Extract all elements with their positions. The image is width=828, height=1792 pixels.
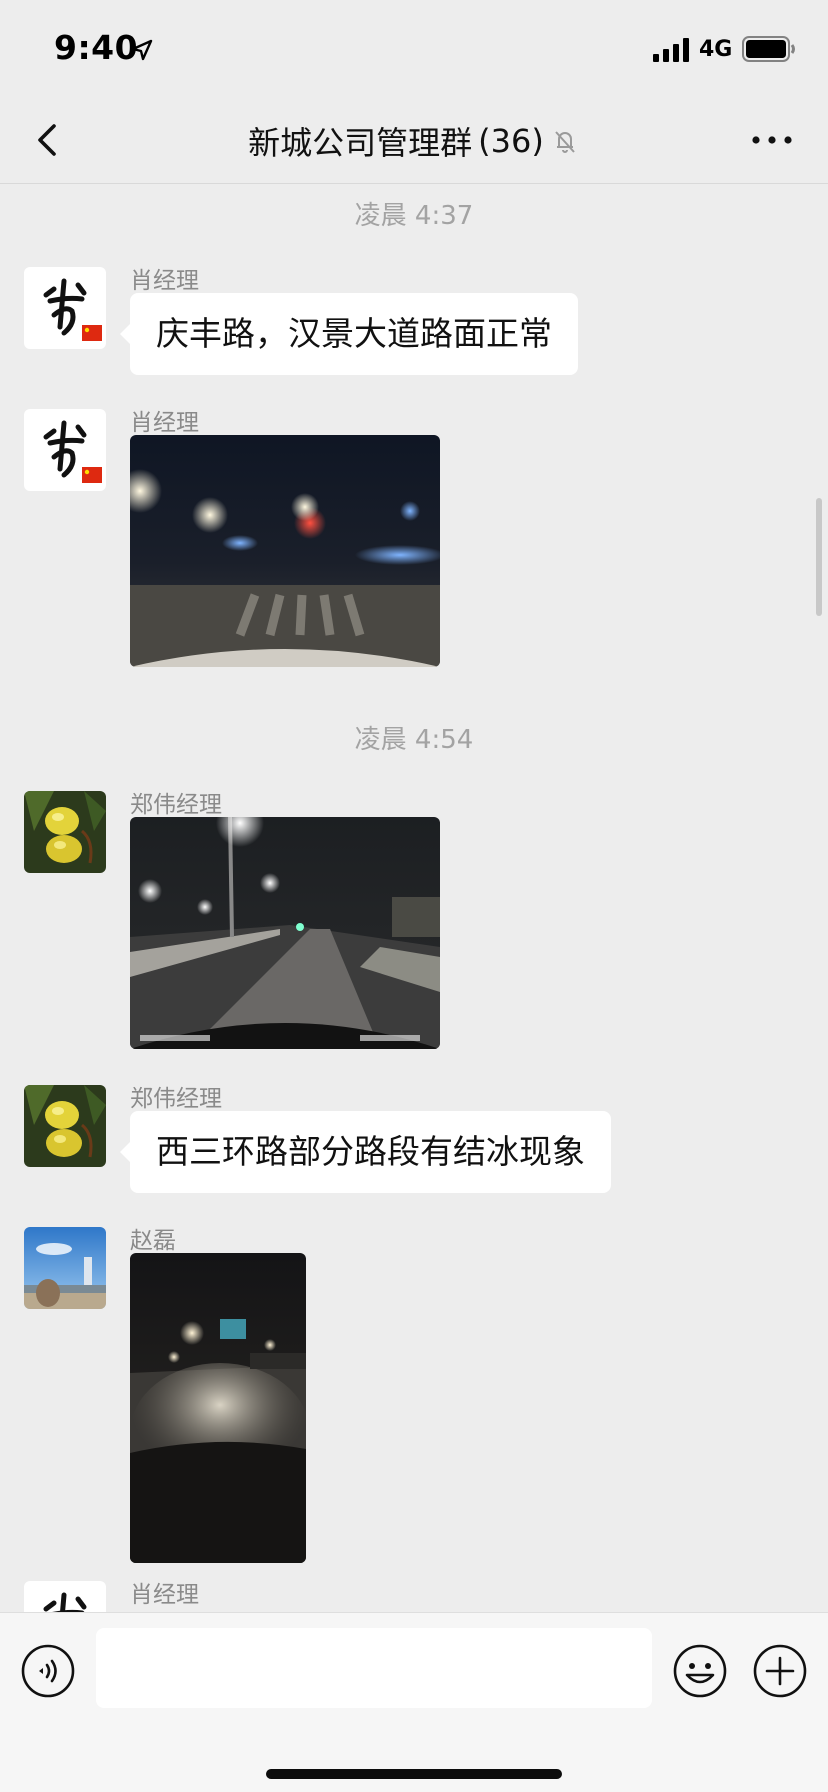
sender-name: 郑伟经理 (130, 792, 222, 818)
location-arrow-icon (131, 39, 153, 61)
cellular-signal-icon (653, 38, 689, 62)
message-input[interactable] (96, 1628, 652, 1708)
message-bubble[interactable]: 西三环路部分路段有结冰现象 (120, 1111, 611, 1193)
network-type: 4G (699, 37, 733, 62)
home-indicator[interactable] (266, 1769, 562, 1779)
status-bar: 9:40 4G (0, 0, 828, 96)
sender-name: 肖经理 (130, 1582, 199, 1608)
message-bubble[interactable]: 庆丰路，汉景大道路面正常 (120, 293, 578, 375)
more-functions-plus-button[interactable] (752, 1643, 808, 1699)
chat-screen: 9:40 4G 新城公司管理群 (36) 凌晨 4:37 肖经理 庆丰路，汉景大… (0, 0, 828, 1792)
yellow-fruit-avatar (24, 791, 106, 873)
emoji-button[interactable] (672, 1643, 728, 1699)
sender-name: 郑伟经理 (130, 1086, 222, 1112)
night-intersection-photo (130, 435, 440, 667)
status-time: 9:40 (54, 28, 139, 67)
input-bar (0, 1612, 828, 1792)
avatar[interactable] (24, 1581, 106, 1612)
sender-name: 赵磊 (130, 1228, 176, 1254)
nav-bar: 新城公司管理群 (36) (0, 96, 828, 184)
battery-icon (742, 36, 795, 62)
photo-message[interactable] (130, 1253, 306, 1563)
photo-message[interactable] (130, 435, 440, 667)
chat-title: 新城公司管理群 (36) (0, 118, 828, 164)
seaside-avatar (24, 1227, 106, 1309)
night-road-streetlights-photo (130, 817, 440, 1049)
chat-scrollbar[interactable] (816, 498, 822, 616)
message-list[interactable]: 凌晨 4:37 肖经理 庆丰路，汉景大道路面正常 肖经理 凌晨 4:54 郑伟经… (0, 185, 828, 1612)
photo-message[interactable] (130, 817, 440, 1049)
avatar[interactable] (24, 267, 106, 349)
signature-avatar (24, 409, 106, 491)
avatar[interactable] (24, 1085, 106, 1167)
sender-name: 肖经理 (130, 410, 199, 436)
member-count: (36) (478, 122, 544, 160)
yellow-fruit-avatar (24, 1085, 106, 1167)
voice-input-button[interactable] (20, 1643, 76, 1699)
avatar[interactable] (24, 409, 106, 491)
night-road-headlights-photo (130, 1253, 306, 1563)
more-options-button[interactable] (744, 118, 800, 162)
time-separator: 凌晨 4:54 (354, 725, 474, 755)
signature-avatar (24, 267, 106, 349)
group-name: 新城公司管理群 (248, 124, 473, 162)
muted-bell-icon (555, 131, 575, 153)
time-separator: 凌晨 4:37 (354, 201, 474, 231)
avatar[interactable] (24, 1227, 106, 1309)
signature-avatar (24, 1581, 106, 1612)
avatar[interactable] (24, 791, 106, 873)
sender-name: 肖经理 (130, 268, 199, 294)
